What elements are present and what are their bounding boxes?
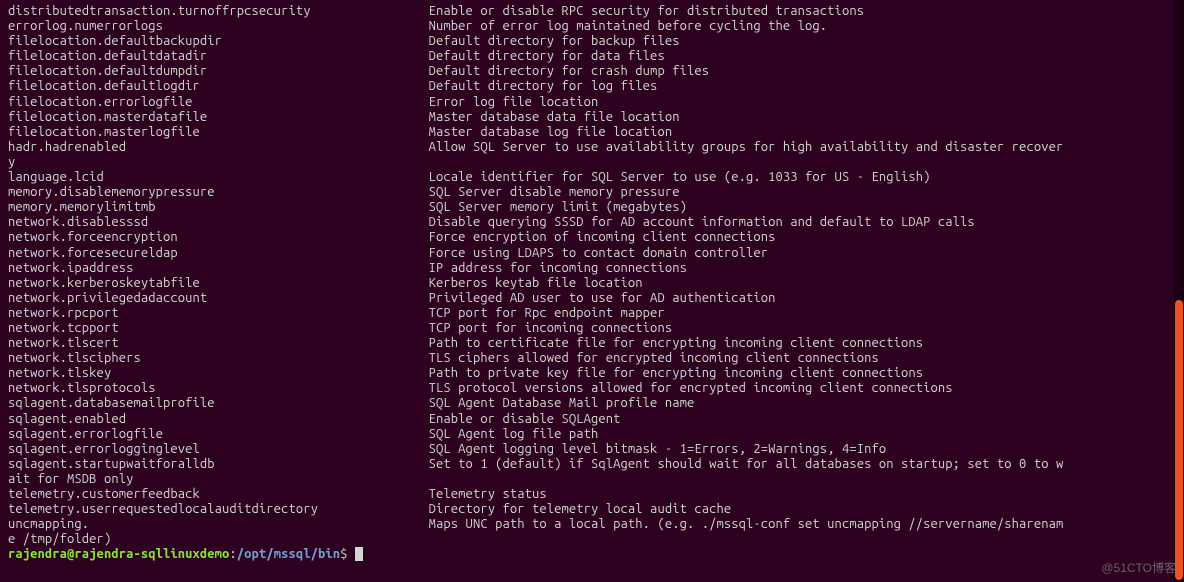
config-line: sqlagent.startupwaitforalldb Set to 1 (d… <box>8 457 1176 472</box>
config-line: network.tcpport TCP port for incoming co… <box>8 321 1176 336</box>
shell-prompt[interactable]: rajendra@rajendra-sqllinuxdemo:/opt/mssq… <box>8 547 1176 562</box>
config-line: sqlagent.enabled Enable or disable SQLAg… <box>8 412 1176 427</box>
watermark: @51CTO博客 <box>1101 561 1176 576</box>
config-line: ait for MSDB only <box>8 472 1176 487</box>
config-line: uncmapping. Maps UNC path to a local pat… <box>8 517 1176 532</box>
config-line: network.forcesecureldap Force using LDAP… <box>8 246 1176 261</box>
config-line: telemetry.customerfeedback Telemetry sta… <box>8 487 1176 502</box>
config-line: language.lcid Locale identifier for SQL … <box>8 170 1176 185</box>
config-line: network.disablesssd Disable querying SSS… <box>8 215 1176 230</box>
terminal-output[interactable]: distributedtransaction.turnoffrpcsecurit… <box>0 0 1184 566</box>
config-line: filelocation.masterlogfile Master databa… <box>8 125 1176 140</box>
config-line: y <box>8 155 1176 170</box>
config-line: sqlagent.errorlogginglevel SQL Agent log… <box>8 442 1176 457</box>
config-line: hadr.hadrenabled Allow SQL Server to use… <box>8 140 1176 155</box>
config-line: filelocation.errorlogfile Error log file… <box>8 95 1176 110</box>
config-line: filelocation.defaultdumpdir Default dire… <box>8 64 1176 79</box>
config-line: sqlagent.databasemailprofile SQL Agent D… <box>8 396 1176 411</box>
config-line: network.forceencryption Force encryption… <box>8 230 1176 245</box>
cursor <box>355 547 363 561</box>
prompt-dollar: $ <box>340 547 355 561</box>
config-line: network.tlscert Path to certificate file… <box>8 336 1176 351</box>
config-line: network.ipaddress IP address for incomin… <box>8 261 1176 276</box>
config-line: network.kerberoskeytabfile Kerberos keyt… <box>8 276 1176 291</box>
config-line: sqlagent.errorlogfile SQL Agent log file… <box>8 427 1176 442</box>
config-line: memory.memorylimitmb SQL Server memory l… <box>8 200 1176 215</box>
config-line: telemetry.userrequestedlocalauditdirecto… <box>8 502 1176 517</box>
scrollbar-track[interactable] <box>1174 0 1184 582</box>
prompt-sep: : <box>229 547 236 561</box>
prompt-path: /opt/mssql/bin <box>237 547 340 561</box>
config-line: network.tlskey Path to private key file … <box>8 366 1176 381</box>
config-line: network.tlsciphers TLS ciphers allowed f… <box>8 351 1176 366</box>
config-line: memory.disablememorypressure SQL Server … <box>8 185 1176 200</box>
prompt-user: rajendra@rajendra-sqllinuxdemo <box>8 547 229 561</box>
config-line: network.privilegedadaccount Privileged A… <box>8 291 1176 306</box>
config-line: filelocation.defaultbackupdir Default di… <box>8 34 1176 49</box>
config-line: errorlog.numerrorlogs Number of error lo… <box>8 19 1176 34</box>
scrollbar-thumb[interactable] <box>1175 300 1183 580</box>
config-line: e /tmp/folder) <box>8 532 1176 547</box>
config-line: filelocation.masterdatafile Master datab… <box>8 110 1176 125</box>
config-line: network.rpcport TCP port for Rpc endpoin… <box>8 306 1176 321</box>
config-line: filelocation.defaultdatadir Default dire… <box>8 49 1176 64</box>
config-line: distributedtransaction.turnoffrpcsecurit… <box>8 4 1176 19</box>
config-line: filelocation.defaultlogdir Default direc… <box>8 79 1176 94</box>
config-line: network.tlsprotocols TLS protocol versio… <box>8 381 1176 396</box>
